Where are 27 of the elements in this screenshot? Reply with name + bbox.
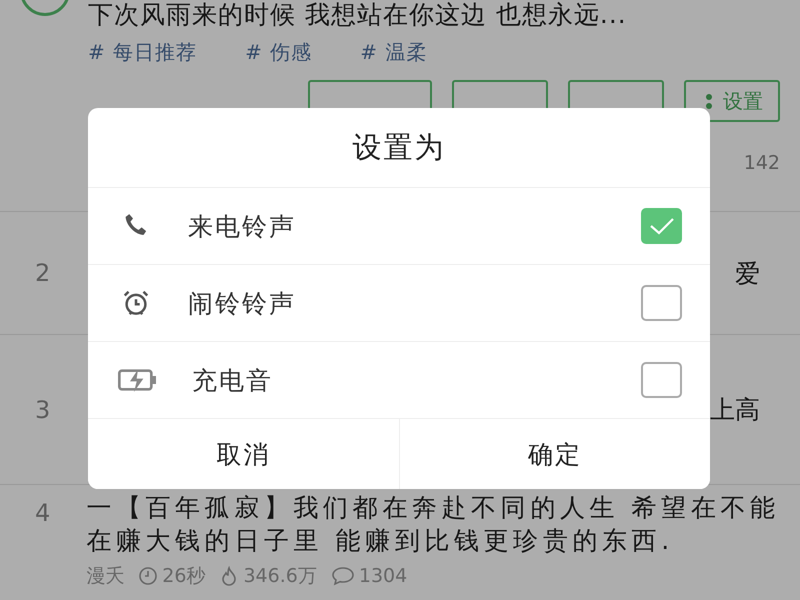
confirm-button[interactable]: 确定 — [398, 419, 710, 489]
option-label: 充电音 — [192, 364, 274, 396]
comment-count: 142 — [744, 152, 780, 174]
song-title: 上高 — [710, 394, 760, 426]
song-title: 下次风雨来的时候 我想站在你这边 也想永远... — [88, 0, 628, 31]
clock-icon — [138, 566, 158, 586]
check-icon — [648, 217, 674, 235]
tag-link[interactable]: # 伤感 — [245, 39, 312, 66]
song-title: 爱 — [735, 258, 760, 290]
checkbox[interactable] — [641, 362, 682, 398]
checkbox[interactable] — [641, 208, 682, 244]
option-label: 来电铃声 — [188, 210, 297, 242]
option-label: 闹铃铃声 — [188, 288, 297, 320]
play-count: 346.6万 — [243, 564, 317, 589]
rank-number: 3 — [35, 396, 50, 424]
dialog-title: 设置为 — [88, 108, 710, 188]
comment-icon — [330, 566, 355, 586]
settings-button[interactable]: 设置 — [684, 80, 780, 122]
duration-text: 26秒 — [162, 564, 206, 589]
tag-link[interactable]: # 温柔 — [360, 39, 428, 66]
comment-count: 1304 — [358, 565, 408, 587]
tag-link[interactable]: # 每日推荐 — [88, 39, 198, 66]
rank-number: 4 — [35, 499, 50, 529]
author-name: 漫夭 — [86, 564, 124, 589]
checkbox[interactable] — [641, 285, 682, 321]
song-title: 一【百年孤寂】我们都在奔赴不同的人生 希望在不能在赚大钱的日子里 能赚到比钱更珍贵的东西. — [86, 492, 781, 557]
rank-number: 2 — [35, 259, 50, 287]
